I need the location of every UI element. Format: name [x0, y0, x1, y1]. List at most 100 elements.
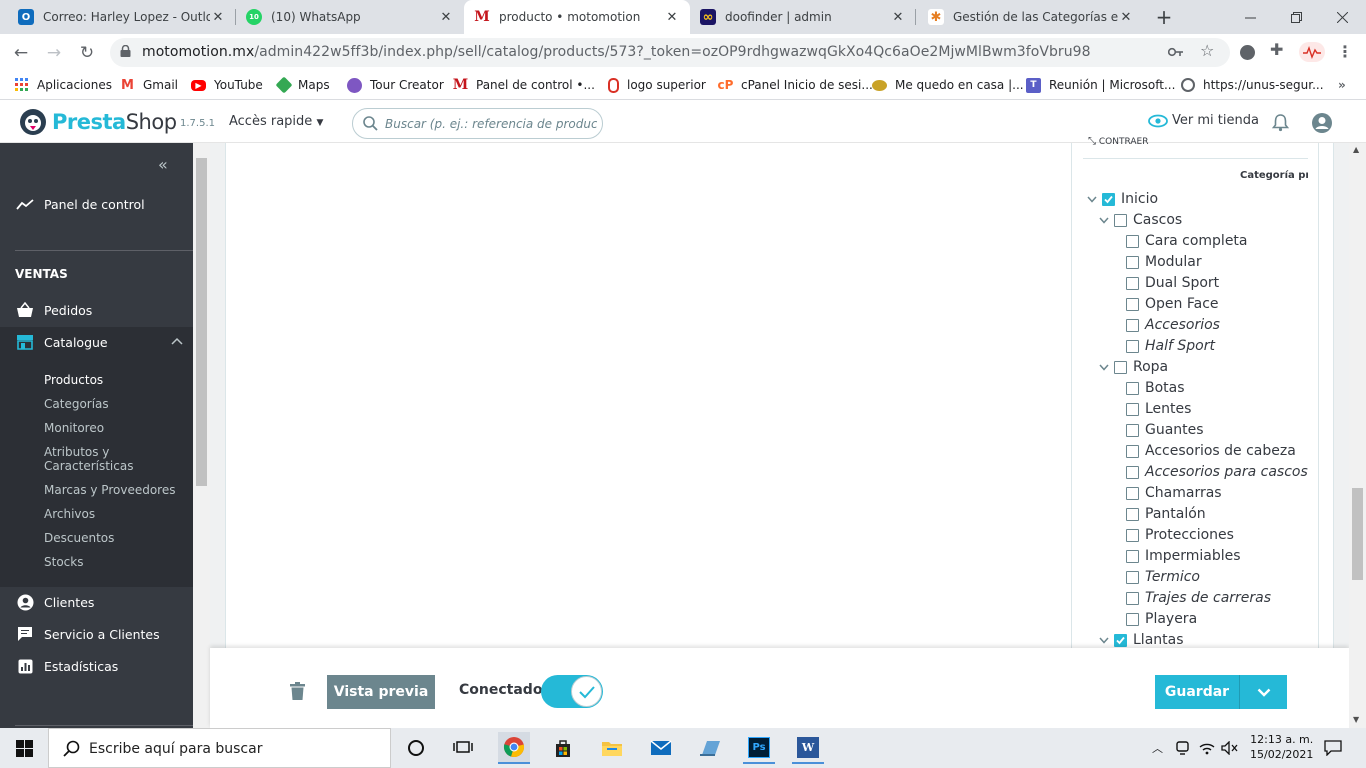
category-node[interactable]: Accesorios de cabeza — [1126, 442, 1296, 460]
category-checkbox[interactable] — [1126, 528, 1139, 542]
category-node[interactable]: Dual Sport — [1126, 274, 1219, 292]
minimize-window-button[interactable] — [1228, 0, 1273, 34]
bookmark-star-icon[interactable]: ☆ — [1200, 41, 1214, 60]
scrollbar-thumb[interactable] — [1352, 488, 1363, 580]
bookmark-cpanel[interactable]: cP cPanel Inicio de sesi... — [718, 77, 873, 93]
category-checkbox[interactable] — [1102, 192, 1115, 206]
system-clock[interactable]: 12:13 a. m. 15/02/2021 — [1250, 732, 1313, 762]
extension-icon[interactable] — [1240, 45, 1255, 60]
view-store-link[interactable]: Ver mi tienda — [1148, 113, 1259, 128]
category-checkbox[interactable] — [1126, 276, 1139, 290]
close-tab-icon[interactable]: ✕ — [438, 10, 454, 25]
category-node[interactable]: Pantalón — [1126, 505, 1206, 523]
scroll-down-arrow-icon[interactable]: ▼ — [1353, 715, 1359, 724]
category-node[interactable]: Modular — [1126, 253, 1202, 271]
bookmark-panel-de-control[interactable]: M Panel de control •... — [453, 77, 595, 93]
category-node[interactable]: Impermiables — [1126, 547, 1241, 565]
browser-tab-whatsapp[interactable]: 10 (10) WhatsApp ✕ — [236, 0, 464, 34]
collapse-categories-link[interactable]: ⤡ CONTRAER — [1088, 136, 1148, 147]
notifications-center-icon[interactable] — [1324, 740, 1342, 756]
notification-bell-icon[interactable] — [1272, 114, 1289, 132]
profile-extension-icon[interactable] — [1299, 42, 1325, 62]
store-taskbar-icon[interactable] — [547, 732, 579, 764]
category-checkbox[interactable] — [1126, 297, 1139, 311]
close-window-button[interactable] — [1320, 0, 1365, 34]
close-tab-icon[interactable]: ✕ — [664, 10, 680, 25]
submenu-marcas[interactable]: Marcas y Proveedores — [44, 483, 175, 497]
submenu-categorias[interactable]: Categorías — [44, 397, 109, 411]
category-checkbox[interactable] — [1126, 423, 1139, 437]
category-node[interactable]: Guantes — [1126, 421, 1204, 439]
wifi-icon[interactable] — [1199, 741, 1215, 755]
online-toggle[interactable] — [541, 675, 603, 708]
photoshop-taskbar-icon[interactable]: Ps — [743, 732, 775, 764]
quick-access-dropdown[interactable]: Accès rapide ▼ — [229, 114, 323, 129]
back-arrow-icon[interactable]: ← — [8, 40, 34, 66]
category-node[interactable]: Trajes de carreras — [1126, 589, 1271, 607]
bookmark-gmail[interactable]: M Gmail — [120, 77, 178, 93]
category-checkbox[interactable] — [1126, 234, 1139, 248]
chevron-down-icon[interactable] — [1098, 217, 1110, 224]
sidebar-item-dashboard[interactable]: Panel de control — [0, 192, 193, 216]
new-tab-button[interactable]: + — [1144, 0, 1184, 34]
collapse-sidebar-icon[interactable]: « — [158, 155, 168, 174]
key-icon[interactable] — [1168, 46, 1184, 58]
browser-tab-doofinder[interactable]: ∞ doofinder | admin ✕ — [690, 0, 916, 34]
category-checkbox[interactable] — [1126, 465, 1139, 479]
task-view-icon[interactable] — [447, 732, 479, 764]
category-node[interactable]: Open Face — [1126, 295, 1219, 313]
submenu-stocks[interactable]: Stocks — [44, 555, 83, 569]
prestashop-logo[interactable]: PrestaShop — [20, 109, 177, 135]
submenu-monitoreo[interactable]: Monitoreo — [44, 421, 104, 435]
category-node[interactable]: Playera — [1126, 610, 1197, 628]
save-button[interactable]: Guardar — [1155, 675, 1239, 709]
scrollbar-thumb[interactable] — [196, 158, 207, 486]
category-node[interactable]: Cascos — [1098, 211, 1182, 229]
volume-muted-icon[interactable] — [1221, 741, 1238, 755]
bookmark-unus[interactable]: https://unus-segur... — [1181, 77, 1324, 93]
taskbar-search-box[interactable]: Escribe aquí para buscar — [48, 728, 391, 768]
save-options-dropdown[interactable] — [1240, 675, 1287, 709]
bookmark-aplicaciones[interactable]: Aplicaciones — [14, 77, 112, 93]
address-bar[interactable]: motomotion.mx/admin422w5ff3b/index.php/s… — [110, 38, 1230, 67]
preview-button[interactable]: Vista previa — [327, 675, 435, 709]
category-checkbox[interactable] — [1126, 381, 1139, 395]
category-node[interactable]: Ropa — [1098, 358, 1168, 376]
bookmarks-overflow-icon[interactable]: » — [1338, 77, 1346, 93]
category-node[interactable]: Termico — [1126, 568, 1200, 586]
sidebar-item-catalogue[interactable]: Catalogue — [0, 330, 193, 354]
sidebar-item-estadisticas[interactable]: Estadísticas — [0, 654, 193, 678]
mail-taskbar-icon[interactable] — [645, 732, 677, 764]
category-checkbox[interactable] — [1126, 318, 1139, 332]
restore-window-button[interactable] — [1274, 0, 1319, 34]
chevron-down-icon[interactable] — [1086, 196, 1098, 203]
category-checkbox[interactable] — [1126, 591, 1139, 605]
category-node[interactable]: Cara completa — [1126, 232, 1248, 250]
category-checkbox[interactable] — [1126, 402, 1139, 416]
chevron-up-tray-icon[interactable]: ︿ — [1152, 740, 1163, 756]
chrome-taskbar-icon[interactable] — [498, 732, 530, 764]
chrome-menu-icon[interactable]: ⋮ — [1337, 42, 1353, 61]
category-checkbox[interactable] — [1126, 612, 1139, 626]
file-explorer-icon[interactable] — [596, 732, 628, 764]
forward-arrow-icon[interactable]: → — [41, 40, 67, 66]
reload-icon[interactable]: ↻ — [74, 40, 100, 66]
category-checkbox[interactable] — [1126, 507, 1139, 521]
category-checkbox[interactable] — [1126, 549, 1139, 563]
close-tab-icon[interactable]: ✕ — [210, 10, 226, 25]
category-node[interactable]: Accesorios para cascos — [1126, 463, 1308, 481]
submenu-productos[interactable]: Productos — [44, 373, 103, 387]
category-node[interactable]: Lentes — [1126, 400, 1191, 418]
category-node[interactable]: Inicio — [1086, 190, 1158, 208]
category-checkbox[interactable] — [1114, 360, 1127, 374]
category-node[interactable]: Llantas — [1098, 631, 1184, 649]
page-scrollbar[interactable]: ▲ ▼ — [1349, 143, 1366, 728]
category-checkbox[interactable] — [1114, 213, 1127, 227]
category-checkbox[interactable] — [1126, 570, 1139, 584]
app-taskbar-icon[interactable] — [694, 732, 726, 764]
submenu-descuentos[interactable]: Descuentos — [44, 531, 114, 545]
sidebar-item-clientes[interactable]: Clientes — [0, 590, 193, 614]
search-input[interactable]: Buscar (p. ej.: referencia de producto, … — [385, 117, 597, 131]
close-tab-icon[interactable]: ✕ — [890, 10, 906, 25]
scroll-up-arrow-icon[interactable]: ▲ — [1353, 145, 1359, 154]
